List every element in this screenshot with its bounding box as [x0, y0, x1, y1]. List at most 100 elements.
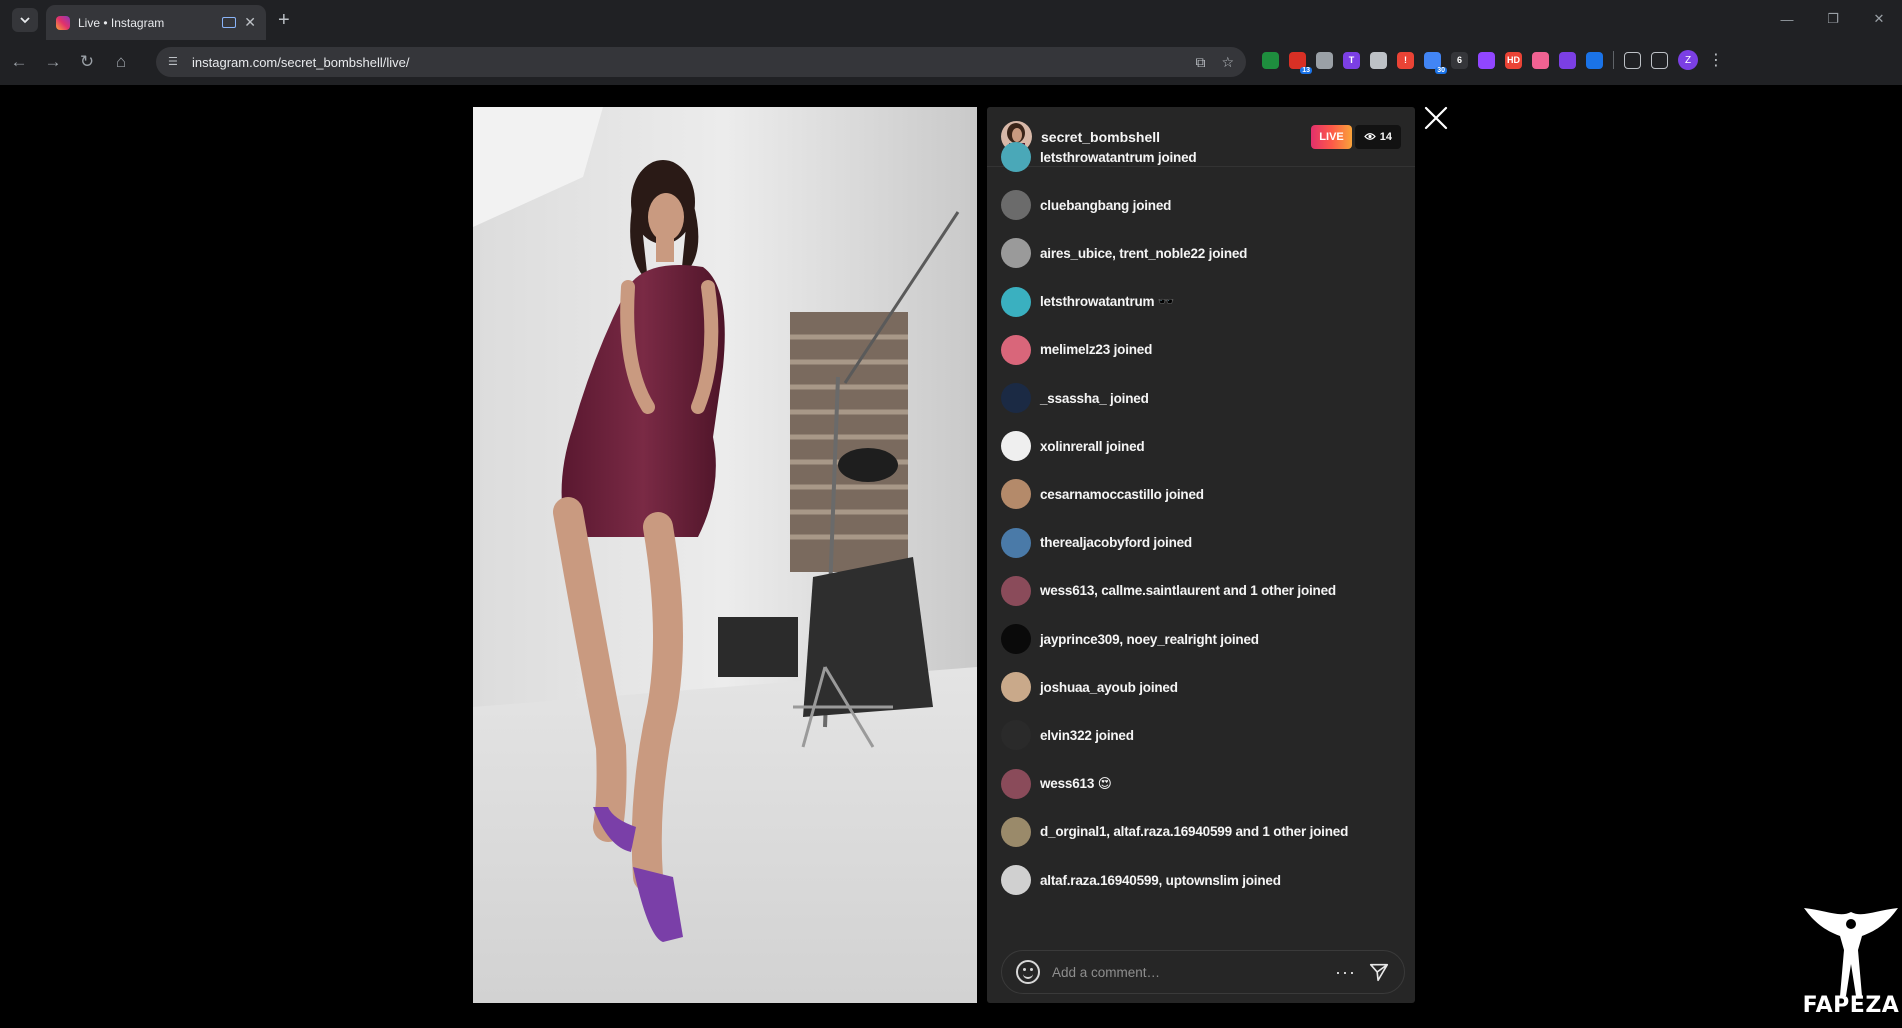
comment-text: altaf.raza.16940599, uptownslim joined	[1040, 872, 1281, 888]
bookmark-star-icon[interactable]: ☆	[1221, 54, 1234, 71]
more-options-icon[interactable]: ···	[1335, 963, 1356, 981]
address-bar[interactable]: ☰ instagram.com/secret_bombshell/live/ ⧉…	[156, 47, 1246, 77]
ext-count-icon-label: 6	[1456, 55, 1462, 65]
install-app-icon[interactable]: ⧉	[1195, 54, 1205, 71]
comment-text: xolinrerall joined	[1040, 438, 1145, 454]
commenter-avatar[interactable]	[1001, 575, 1031, 606]
toolbar-divider	[1613, 51, 1614, 69]
comment-row: melimelz23 joined	[1001, 334, 1153, 365]
comment-row: d_orginal1, altaf.raza.16940599 and 1 ot…	[1001, 816, 1348, 847]
commenter-avatar[interactable]	[1001, 431, 1031, 462]
comment-row: joshuaa_ayoub joined	[1001, 672, 1178, 703]
commenter-avatar[interactable]	[1001, 527, 1031, 558]
viewer-count: 14	[1379, 130, 1392, 143]
minimize-button[interactable]: —	[1764, 0, 1810, 38]
comment-row: elvin322 joined	[1001, 720, 1134, 751]
close-window-button[interactable]: ✕	[1856, 0, 1902, 38]
comment-feed[interactable]: letsthrowatantrum joined cluebangbang joi…	[987, 142, 1415, 1003]
url-text[interactable]: instagram.com/secret_bombshell/live/	[192, 55, 1179, 70]
ext-alert-icon[interactable]: !	[1397, 51, 1414, 69]
comment-row: wess613, callme.saintlaurent and 1 other…	[1001, 575, 1336, 606]
commenter-avatar[interactable]	[1001, 190, 1031, 221]
commenter-avatar[interactable]	[1001, 768, 1031, 799]
ext-mail-icon[interactable]	[1316, 51, 1333, 69]
ext-alert-icon-label: !	[1404, 55, 1407, 65]
comment-row: altaf.raza.16940599, uptownslim joined	[1001, 865, 1281, 895]
ext-tampermonkey-icon[interactable]: T	[1343, 51, 1360, 69]
comment-row: aires_ubice, trent_noble22 joined	[1001, 238, 1248, 269]
window-controls: — ❐ ✕	[1764, 0, 1902, 38]
angel-logo-icon	[1804, 908, 1898, 996]
comment-text: wess613 😍	[1040, 775, 1112, 791]
forward-button[interactable]: →	[38, 47, 68, 77]
live-video[interactable]	[473, 107, 977, 1003]
restore-button[interactable]: ❐	[1810, 0, 1856, 38]
comment-row: therealjacobyford joined	[1001, 527, 1192, 558]
comment-text: aires_ubice, trent_noble22 joined	[1040, 245, 1248, 261]
side-panel-icon[interactable]	[1651, 51, 1668, 69]
reading-list-icon[interactable]	[1624, 51, 1641, 69]
commenter-avatar[interactable]	[1001, 238, 1031, 269]
reload-button[interactable]: ↻	[72, 47, 102, 77]
commenter-avatar[interactable]	[1001, 286, 1031, 317]
commenter-avatar[interactable]	[1001, 383, 1031, 413]
commenter-avatar[interactable]	[1001, 865, 1031, 895]
back-button[interactable]: ←	[4, 47, 34, 77]
ext-count-icon[interactable]: 6	[1451, 51, 1468, 69]
comment-row: wess613 😍	[1001, 768, 1112, 799]
commenter-avatar[interactable]	[1001, 479, 1031, 510]
commenter-avatar[interactable]	[1001, 816, 1031, 847]
live-video-frame	[473, 107, 977, 1003]
live-badge: LIVE	[1311, 124, 1352, 149]
tab-search-button[interactable]	[12, 8, 38, 32]
ext-globe-icon[interactable]	[1262, 51, 1279, 69]
commenter-avatar[interactable]	[1001, 672, 1031, 703]
comment-input[interactable]	[1052, 964, 1324, 980]
site-settings-icon[interactable]: ☰	[168, 55, 182, 69]
tab-close-icon[interactable]: ✕	[244, 14, 256, 31]
close-icon[interactable]	[1422, 104, 1450, 132]
ext-circle-icon[interactable]	[1532, 51, 1549, 69]
viewer-count-badge: 14	[1354, 124, 1401, 149]
comment-row: letsthrowatantrum joined	[1001, 142, 1197, 172]
comment-row: xolinrerall joined	[1001, 431, 1145, 462]
live-side-panel: secret_bombshell LIVE 14 letsthrowatantr…	[987, 107, 1415, 1003]
browser-chrome: Live • Instagram ✕ + — ❐ ✕ ← → ↻ ⌂ ☰ ins…	[0, 0, 1902, 85]
fapeza-watermark: FAPEZA	[1800, 900, 1902, 1028]
ext-tools-icon[interactable]	[1586, 51, 1603, 69]
ext-hd-icon[interactable]: HD	[1505, 51, 1522, 69]
comment-text: letsthrowatantrum 🕶️	[1040, 293, 1175, 309]
casting-icon	[222, 17, 237, 28]
extension-badge: 30	[1435, 66, 1447, 74]
comment-row: _ssassha_ joined	[1001, 383, 1149, 413]
comment-composer: ···	[1001, 950, 1405, 994]
new-tab-button[interactable]: +	[278, 8, 290, 32]
ext-tampermonkey-icon-label: T	[1348, 55, 1355, 65]
comment-text: letsthrowatantrum joined	[1040, 149, 1197, 165]
ext-calendar-icon[interactable]: 13	[1289, 51, 1312, 74]
chevron-down-icon	[20, 16, 30, 23]
tab-instagram-live[interactable]: Live • Instagram ✕	[46, 5, 266, 40]
send-icon[interactable]	[1368, 961, 1390, 983]
commenter-avatar[interactable]	[1001, 334, 1031, 365]
instagram-favicon-icon	[56, 15, 70, 30]
ext-shield-icon[interactable]	[1559, 51, 1576, 69]
ext-hd-icon-label: HD	[1507, 55, 1520, 65]
comment-text: cesarnamoccastillo joined	[1040, 486, 1204, 502]
ext-network-icon[interactable]: 30	[1424, 51, 1447, 74]
commenter-avatar[interactable]	[1001, 142, 1031, 172]
commenter-avatar[interactable]	[1001, 720, 1031, 751]
emoji-icon[interactable]	[1016, 960, 1040, 984]
profile-avatar[interactable]: Z	[1678, 50, 1698, 70]
comment-text: cluebangbang joined	[1040, 197, 1172, 213]
ext-twitch-icon[interactable]	[1478, 51, 1495, 69]
extensions-row: 13 T! 30 6 HD Z ⋮	[1262, 50, 1724, 74]
home-button[interactable]: ⌂	[106, 47, 136, 77]
browser-toolbar: ← → ↻ ⌂ ☰ instagram.com/secret_bombshell…	[0, 44, 1902, 80]
comment-text: melimelz23 joined	[1040, 342, 1153, 358]
commenter-avatar[interactable]	[1001, 624, 1031, 654]
browser-menu-icon[interactable]: ⋮	[1708, 50, 1724, 70]
tab-strip: Live • Instagram ✕ + — ❐ ✕	[0, 0, 1902, 40]
ext-translate-icon[interactable]	[1370, 51, 1387, 69]
tab-title: Live • Instagram	[78, 15, 165, 30]
